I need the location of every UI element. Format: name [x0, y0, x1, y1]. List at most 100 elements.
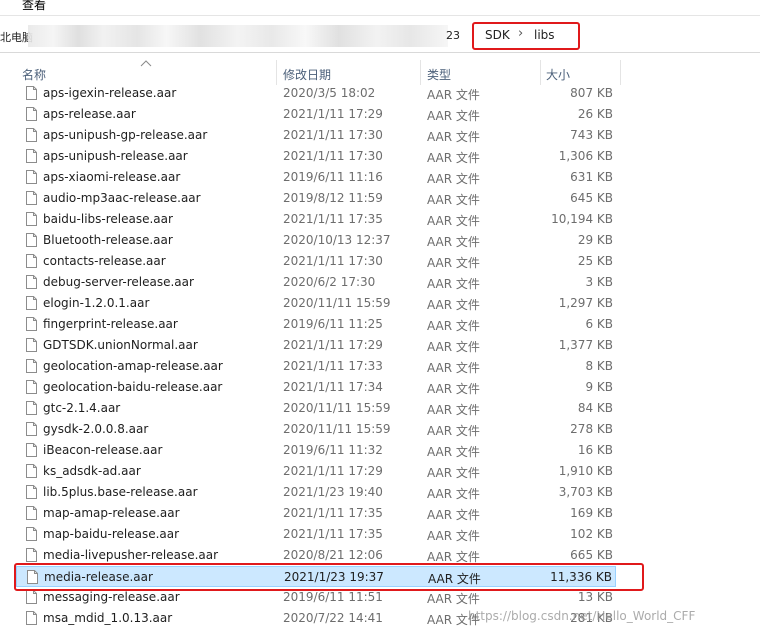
file-row[interactable]: map-baidu-release.aar 2021/1/11 17:35 AAR …: [16, 524, 616, 545]
file-icon: [26, 212, 37, 226]
column-type[interactable]: 类型: [427, 66, 451, 83]
file-icon: [26, 548, 37, 562]
file-date: 2021/1/11 17:30: [283, 254, 383, 268]
file-size: 665 KB: [570, 548, 613, 562]
chevron-right-icon[interactable]: ›: [518, 26, 523, 41]
file-name: aps-unipush-release.aar: [43, 149, 188, 163]
file-icon: [26, 275, 37, 289]
file-date: 2019/6/11 11:32: [283, 443, 383, 457]
file-name: aps-xiaomi-release.aar: [43, 170, 181, 184]
file-size: 84 KB: [577, 401, 613, 415]
file-size: 645 KB: [570, 191, 613, 205]
column-divider[interactable]: [420, 60, 421, 85]
file-type: AAR 文件: [427, 403, 480, 417]
file-size: 26 KB: [577, 107, 613, 121]
file-row[interactable]: aps-xiaomi-release.aar 2019/6/11 11:16 AAR…: [16, 167, 616, 188]
file-type: AAR 文件: [427, 298, 480, 312]
column-divider[interactable]: [540, 60, 541, 85]
file-icon: [26, 359, 37, 373]
file-row[interactable]: geolocation-baidu-release.aar 2021/1/11 1…: [16, 377, 616, 398]
file-icon: [26, 191, 37, 205]
file-size: 743 KB: [570, 128, 613, 142]
file-icon: [26, 233, 37, 247]
file-size: 631 KB: [570, 170, 613, 184]
file-name: fingerprint-release.aar: [43, 317, 178, 331]
file-size: 1,306 KB: [558, 149, 613, 163]
file-date: 2021/1/11 17:35: [283, 527, 383, 541]
file-icon: [26, 485, 37, 499]
file-icon: [26, 527, 37, 541]
file-row[interactable]: map-amap-release.aar 2021/1/11 17:35 AAR 文…: [16, 503, 616, 524]
file-icon: [26, 443, 37, 457]
file-type: AAR 文件: [427, 88, 480, 102]
column-size[interactable]: 大小: [546, 66, 570, 83]
file-row[interactable]: lib.5plus.base-release.aar 2021/1/23 19:4…: [16, 482, 616, 503]
file-row[interactable]: Bluetooth-release.aar 2020/10/13 12:37 AAR…: [16, 230, 616, 251]
file-row[interactable]: baidu-libs-release.aar 2021/1/11 17:35 AAR…: [16, 209, 616, 230]
file-name: aps-igexin-release.aar: [43, 86, 177, 100]
file-type: AAR 文件: [427, 319, 480, 333]
file-name: elogin-1.2.0.1.aar: [43, 296, 150, 310]
file-date: 2021/1/11 17:35: [283, 212, 383, 226]
file-name: geolocation-baidu-release.aar: [43, 380, 223, 394]
file-row[interactable]: iBeacon-release.aar 2019/6/11 11:32 AAR 文件…: [16, 440, 616, 461]
file-row[interactable]: gysdk-2.0.0.8.aar 2020/11/11 15:59 AAR 文件 2…: [16, 419, 616, 440]
file-type: AAR 文件: [427, 424, 480, 438]
file-size: 13 KB: [577, 590, 613, 604]
file-type: AAR 文件: [427, 529, 480, 543]
file-row[interactable]: aps-unipush-gp-release.aar 2021/1/11 17:3…: [16, 125, 616, 146]
file-icon: [26, 380, 37, 394]
file-type: AAR 文件: [427, 214, 480, 228]
file-date: 2021/1/11 17:30: [283, 128, 383, 142]
file-row[interactable]: geolocation-amap-release.aar 2021/1/11 17…: [16, 356, 616, 377]
file-date: 2021/1/11 17:35: [283, 506, 383, 520]
file-row[interactable]: gtc-2.1.4.aar 2020/11/11 15:59 AAR 文件 84 KB: [16, 398, 616, 419]
file-row[interactable]: contacts-release.aar 2021/1/11 17:30 AAR 文…: [16, 251, 616, 272]
column-divider[interactable]: [276, 60, 277, 85]
file-date: 2020/10/13 12:37: [283, 233, 391, 247]
file-date: 2021/1/11 17:33: [283, 359, 383, 373]
file-name: map-baidu-release.aar: [43, 527, 180, 541]
file-icon: [26, 338, 37, 352]
breadcrumb-sdk[interactable]: SDK: [485, 28, 510, 42]
menu-view[interactable]: 查看: [22, 0, 46, 13]
column-header: 名称 修改日期 类型 大小: [0, 60, 760, 85]
file-name: aps-release.aar: [43, 107, 136, 121]
file-date: 2019/8/12 11:59: [283, 191, 383, 205]
column-date[interactable]: 修改日期: [283, 66, 331, 83]
file-icon: [26, 86, 37, 100]
file-size: 10,194 KB: [551, 212, 613, 226]
file-row[interactable]: fingerprint-release.aar 2019/6/11 11:25 AA…: [16, 314, 616, 335]
file-name: msa_mdid_1.0.13.aar: [43, 611, 173, 625]
file-size: 1,910 KB: [558, 464, 613, 478]
file-type: AAR 文件: [427, 193, 480, 207]
file-row[interactable]: debug-server-release.aar 2020/6/2 17:30 AA…: [16, 272, 616, 293]
file-name: iBeacon-release.aar: [43, 443, 163, 457]
file-name: geolocation-amap-release.aar: [43, 359, 223, 373]
file-row[interactable]: GDTSDK.unionNormal.aar 2021/1/11 17:29 AAR…: [16, 335, 616, 356]
column-divider[interactable]: [620, 60, 621, 85]
file-type: AAR 文件: [427, 361, 480, 375]
file-name: contacts-release.aar: [43, 254, 166, 268]
file-date: 2020/11/11 15:59: [283, 296, 391, 310]
file-row[interactable]: ks_adsdk-ad.aar 2021/1/11 17:29 AAR 文件 1,91…: [16, 461, 616, 482]
address-bar[interactable]: 北电脑 23 SDK › libs: [0, 17, 760, 53]
file-row[interactable]: elogin-1.2.0.1.aar 2020/11/11 15:59 AAR 文件…: [16, 293, 616, 314]
file-name: GDTSDK.unionNormal.aar: [43, 338, 198, 352]
file-row[interactable]: audio-mp3aac-release.aar 2019/8/12 11:59 A…: [16, 188, 616, 209]
file-row[interactable]: aps-unipush-release.aar 2021/1/11 17:30 AA…: [16, 146, 616, 167]
file-icon: [26, 107, 37, 121]
file-list: aps-igexin-release.aar 2020/3/5 18:02 AAR …: [0, 83, 760, 637]
file-icon: [26, 464, 37, 478]
file-date: 2021/1/11 17:29: [283, 464, 383, 478]
file-date: 2021/1/11 17:34: [283, 380, 383, 394]
file-row[interactable]: aps-igexin-release.aar 2020/3/5 18:02 AAR …: [16, 83, 616, 104]
file-name: ks_adsdk-ad.aar: [43, 464, 141, 478]
file-type: AAR 文件: [427, 340, 480, 354]
file-date: 2019/6/11 11:16: [283, 170, 383, 184]
file-size: 169 KB: [570, 506, 613, 520]
file-type: AAR 文件: [427, 130, 480, 144]
column-name[interactable]: 名称: [22, 66, 46, 83]
file-row[interactable]: aps-release.aar 2021/1/11 17:29 AAR 文件 26 K…: [16, 104, 616, 125]
breadcrumb-libs[interactable]: libs: [534, 28, 555, 42]
